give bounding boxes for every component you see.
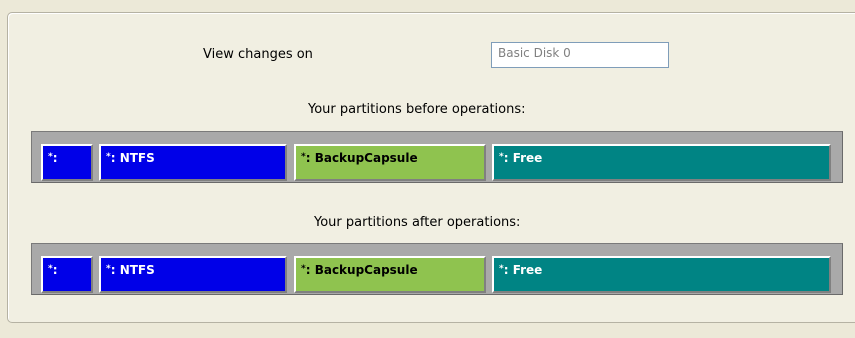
partition-star: * [106, 264, 111, 274]
disk-map-before: *: *: NTFS *: BackupCapsule *: Free [31, 131, 843, 183]
partition-label: : [52, 151, 58, 165]
partition-star: * [499, 152, 504, 162]
partition-ntfs[interactable]: *: NTFS [99, 144, 287, 181]
partition-star: * [48, 264, 53, 274]
partition-unnamed[interactable]: *: [41, 256, 93, 293]
partition-star: * [301, 264, 306, 274]
partition-label: : Free [503, 263, 543, 277]
partition-ntfs[interactable]: *: NTFS [99, 256, 287, 293]
partition-backup-capsule[interactable]: *: BackupCapsule [294, 144, 486, 181]
partition-free[interactable]: *: Free [492, 144, 831, 181]
partition-label: : [52, 263, 58, 277]
partition-label: : NTFS [110, 263, 155, 277]
partition-unnamed[interactable]: *: [41, 144, 93, 181]
partition-free[interactable]: *: Free [492, 256, 831, 293]
before-caption: Your partitions before operations: [308, 102, 526, 117]
partition-star: * [499, 264, 504, 274]
partition-backup-capsule[interactable]: *: BackupCapsule [294, 256, 486, 293]
partition-label: : NTFS [110, 151, 155, 165]
after-caption: Your partitions after operations: [314, 215, 521, 230]
partition-star: * [106, 152, 111, 162]
disk-map-after: *: *: NTFS *: BackupCapsule *: Free [31, 243, 843, 295]
partition-label: : BackupCapsule [305, 151, 418, 165]
disk-selector[interactable]: Basic Disk 0 [491, 42, 669, 68]
partition-star: * [48, 152, 53, 162]
partition-star: * [301, 152, 306, 162]
view-changes-label: View changes on [203, 47, 313, 62]
partition-label: : Free [503, 151, 543, 165]
partition-label: : BackupCapsule [305, 263, 418, 277]
